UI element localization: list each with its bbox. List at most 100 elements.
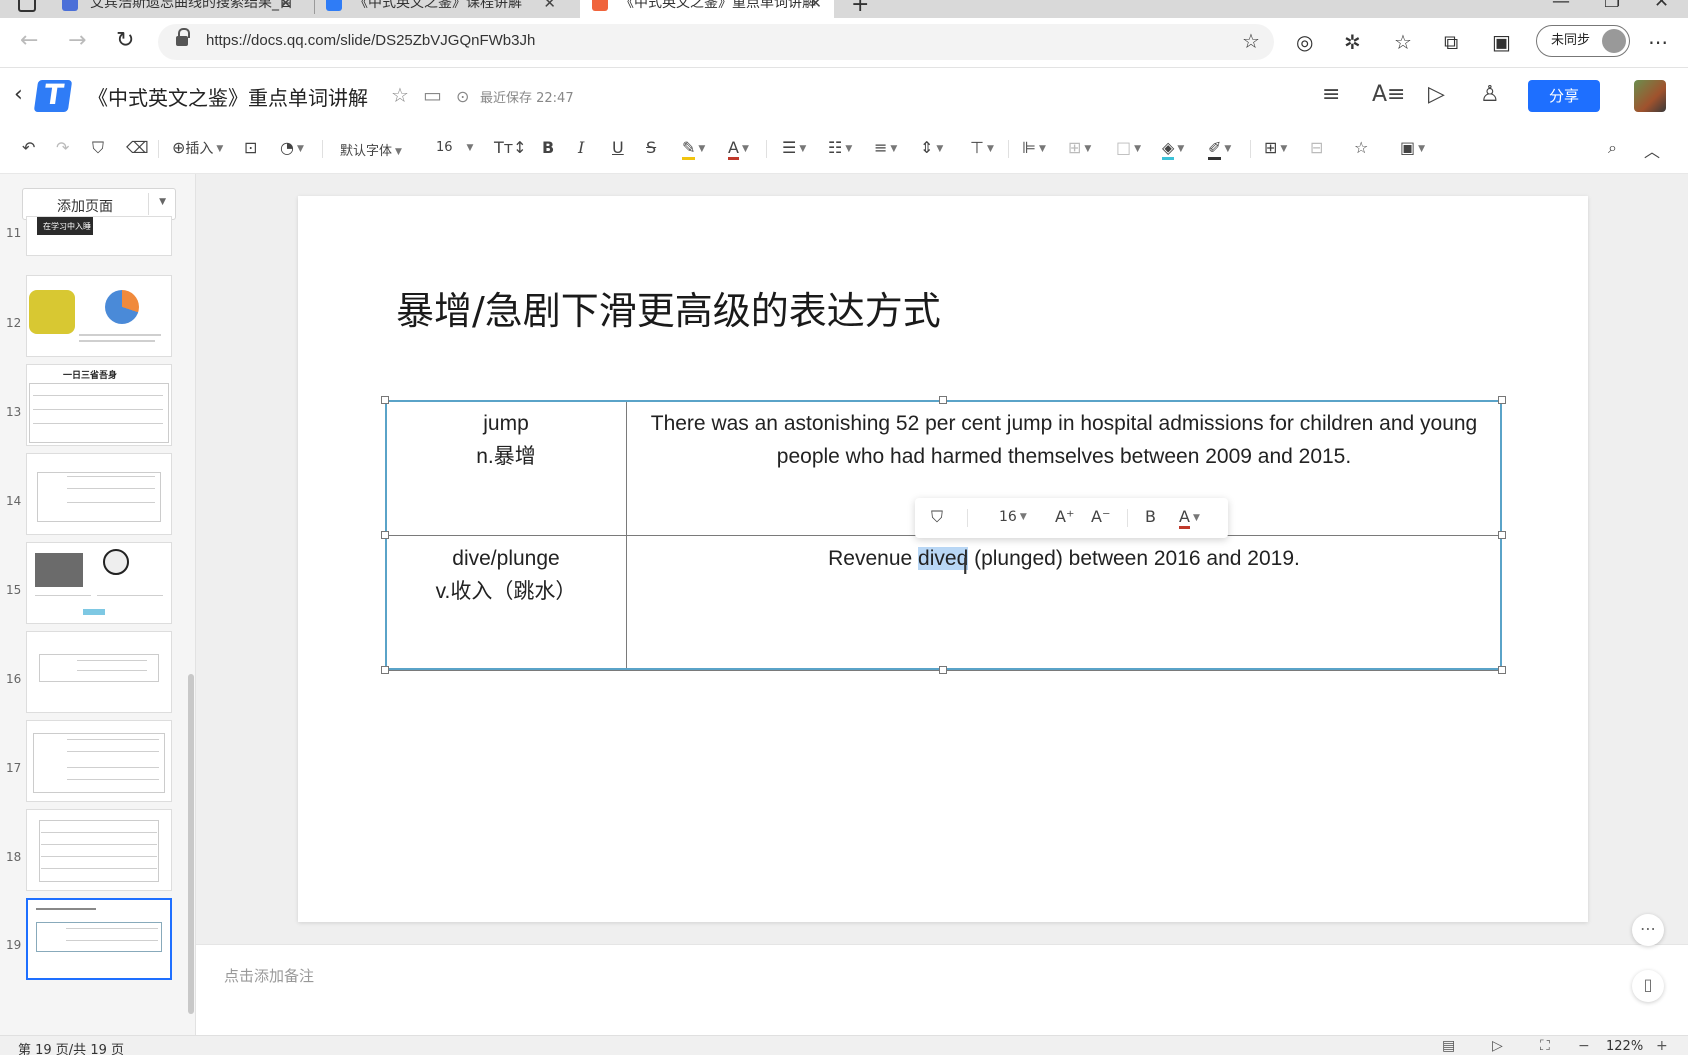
more-icon[interactable]: ⋯ <box>1648 30 1668 54</box>
table-icon[interactable]: ⊞ ▼ <box>1264 138 1287 157</box>
format-painter-icon[interactable]: ⛉ <box>92 138 104 158</box>
puzzle-icon[interactable]: ✲ <box>1344 30 1361 54</box>
textbox-icon[interactable]: ⊡ <box>244 138 257 157</box>
reload-icon[interactable]: ↻ <box>116 28 134 53</box>
align-icon[interactable]: ≡ ▼ <box>874 138 897 157</box>
slide-thumbnail-13[interactable]: 一日三省吾身 <box>26 364 172 446</box>
animation-icon[interactable]: ☆ <box>1354 138 1368 157</box>
redo-icon[interactable]: ↷ <box>56 138 69 157</box>
font-size-adjust-icon[interactable]: Tт↕ <box>494 138 527 157</box>
line-color-button[interactable]: ✐ ▼ <box>1208 138 1231 160</box>
font-family-select[interactable]: 默认字体 ▼ <box>340 140 402 159</box>
resize-handle[interactable] <box>939 396 947 404</box>
slide-thumbnail-17[interactable] <box>26 720 172 802</box>
resize-handle[interactable] <box>381 396 389 404</box>
merge-cells-icon[interactable]: ⊟ <box>1310 138 1323 157</box>
slide-thumbnail-14[interactable] <box>26 453 172 535</box>
slide-thumbnail-11[interactable]: 在学习中入睡 <box>26 216 172 256</box>
doc-title[interactable]: 《中式英文之鉴》重点单词讲解 <box>88 82 368 111</box>
slide-thumbnail-16[interactable] <box>26 631 172 713</box>
user-avatar[interactable] <box>1634 80 1666 112</box>
close-icon[interactable]: ✕ <box>279 0 292 14</box>
fill-color-button[interactable]: ◈ ▼ <box>1162 138 1184 160</box>
fit-screen-icon[interactable]: ⛶ <box>1540 1038 1550 1054</box>
screenshot-icon[interactable]: ▣ <box>1492 30 1511 54</box>
arrange-icon[interactable]: ⊫ ▼ <box>1022 138 1046 157</box>
minimize-icon[interactable]: — <box>1552 0 1570 12</box>
new-tab-icon[interactable]: + <box>851 0 869 17</box>
close-icon[interactable]: ✕ <box>543 0 556 14</box>
line-spacing-icon[interactable]: ⇕ ▼ <box>920 138 943 157</box>
resize-handle[interactable] <box>381 531 389 539</box>
collapse-toolbar-icon[interactable]: ︿ <box>1644 138 1660 162</box>
sync-button[interactable]: 未同步 <box>1536 25 1630 57</box>
word-cell[interactable]: jump n.暴增 <box>385 400 627 536</box>
star-icon[interactable]: ☆ <box>391 83 409 107</box>
resize-handle[interactable] <box>381 666 389 674</box>
restore-icon[interactable]: ❐ <box>1604 0 1620 12</box>
tab-actions-icon[interactable] <box>18 0 36 12</box>
font-size-select[interactable]: 16 ▼ <box>436 140 473 155</box>
undo-icon[interactable]: ↶ <box>22 138 35 157</box>
menu-icon[interactable]: ≡ <box>1322 82 1340 107</box>
example-cell[interactable]: Revenue dived (plunged) between 2016 and… <box>626 535 1502 671</box>
increase-font-icon[interactable]: A⁺ <box>1055 507 1074 526</box>
word-cell[interactable]: dive/plunge v.收入（跳水） <box>385 535 627 671</box>
share-button[interactable]: 分享 <box>1528 80 1600 112</box>
forward-icon[interactable]: → <box>68 28 86 53</box>
resize-handle[interactable] <box>1498 666 1506 674</box>
present-icon[interactable]: ▷ <box>1428 82 1445 107</box>
shape-icon[interactable]: ◔ ▼ <box>280 138 304 157</box>
extension-icon[interactable]: ◎ <box>1296 30 1313 54</box>
move-folder-icon[interactable]: ▭ <box>423 83 442 107</box>
selected-text[interactable]: dived <box>918 547 969 570</box>
clear-format-icon[interactable]: ⌫ <box>126 138 149 157</box>
font-color-button[interactable]: A ▼ <box>728 138 749 160</box>
close-icon[interactable]: ✕ <box>809 0 822 14</box>
highlight-color-button[interactable]: ✎ ▼ <box>682 138 705 160</box>
chevron-down-icon[interactable]: ▼ <box>159 197 166 207</box>
browser-tab[interactable]: 《中式英文之鉴》课程讲解 ✕ <box>314 0 568 18</box>
slide-thumbnail-18[interactable] <box>26 809 172 891</box>
tencent-docs-logo[interactable] <box>33 80 73 112</box>
slide-thumbnail-15[interactable] <box>26 542 172 624</box>
zoom-in-icon[interactable]: + <box>1656 1038 1668 1054</box>
decrease-font-icon[interactable]: A⁻ <box>1091 507 1110 526</box>
slide-thumbnail-12[interactable] <box>26 275 172 357</box>
browser-tab[interactable]: 艾宾浩斯遗忘曲线的搜索结果_百 ✕ <box>50 0 304 18</box>
notes-toggle-icon[interactable]: ▤ <box>1442 1038 1455 1054</box>
italic-icon[interactable]: I <box>578 138 584 157</box>
sidebar-scrollbar[interactable] <box>188 674 194 1014</box>
bullet-list-icon[interactable]: ☰ ▼ <box>782 138 806 157</box>
slide[interactable]: 暴增/急剧下滑更高级的表达方式 jump n.暴增 There was an a… <box>298 196 1588 922</box>
float-font-size-select[interactable]: 16 ▼ <box>999 509 1027 525</box>
zoom-level[interactable]: 122% <box>1606 1039 1643 1054</box>
play-icon[interactable]: ▷ <box>1492 1038 1503 1054</box>
search-icon[interactable]: ⌕ <box>1608 138 1617 158</box>
group-icon[interactable]: ⊞ ▼ <box>1068 138 1091 157</box>
bold-icon[interactable]: B <box>1145 507 1156 526</box>
underline-icon[interactable]: U <box>612 138 624 157</box>
resize-handle[interactable] <box>1498 396 1506 404</box>
url-field[interactable]: https://docs.qq.com/slide/DS25ZbVJGQnFWb… <box>158 24 1274 60</box>
insert-menu[interactable]: ⊕插入 ▼ <box>172 138 223 158</box>
back-chevron-icon[interactable]: ‹ <box>14 82 23 107</box>
bold-icon[interactable]: B <box>542 138 554 157</box>
strikethrough-icon[interactable]: S <box>646 138 656 157</box>
zoom-out-icon[interactable]: − <box>1578 1038 1590 1054</box>
font-color-button[interactable]: A ▼ <box>1179 507 1200 529</box>
resize-handle[interactable] <box>939 666 947 674</box>
more-options-icon[interactable]: ⋯ <box>1632 914 1664 946</box>
numbered-list-icon[interactable]: ☷ ▼ <box>828 138 852 157</box>
slide-thumbnail-19[interactable] <box>26 898 172 980</box>
resize-handle[interactable] <box>1498 531 1506 539</box>
device-preview-icon[interactable]: ▯ <box>1632 970 1664 1002</box>
collections-icon[interactable]: ⧉ <box>1444 30 1458 54</box>
speaker-notes[interactable]: 点击添加备注 <box>196 944 1688 1035</box>
back-icon[interactable]: ← <box>20 28 38 53</box>
add-collaborator-icon[interactable]: ♙ <box>1480 82 1500 107</box>
text-format-icon[interactable]: A≡ <box>1372 82 1405 107</box>
background-icon[interactable]: ▣ ▼ <box>1400 138 1425 157</box>
vertical-align-icon[interactable]: ⊤ ▼ <box>970 138 994 157</box>
browser-tab-active[interactable]: 《中式英文之鉴》重点单词讲解 ✕ <box>580 0 834 18</box>
